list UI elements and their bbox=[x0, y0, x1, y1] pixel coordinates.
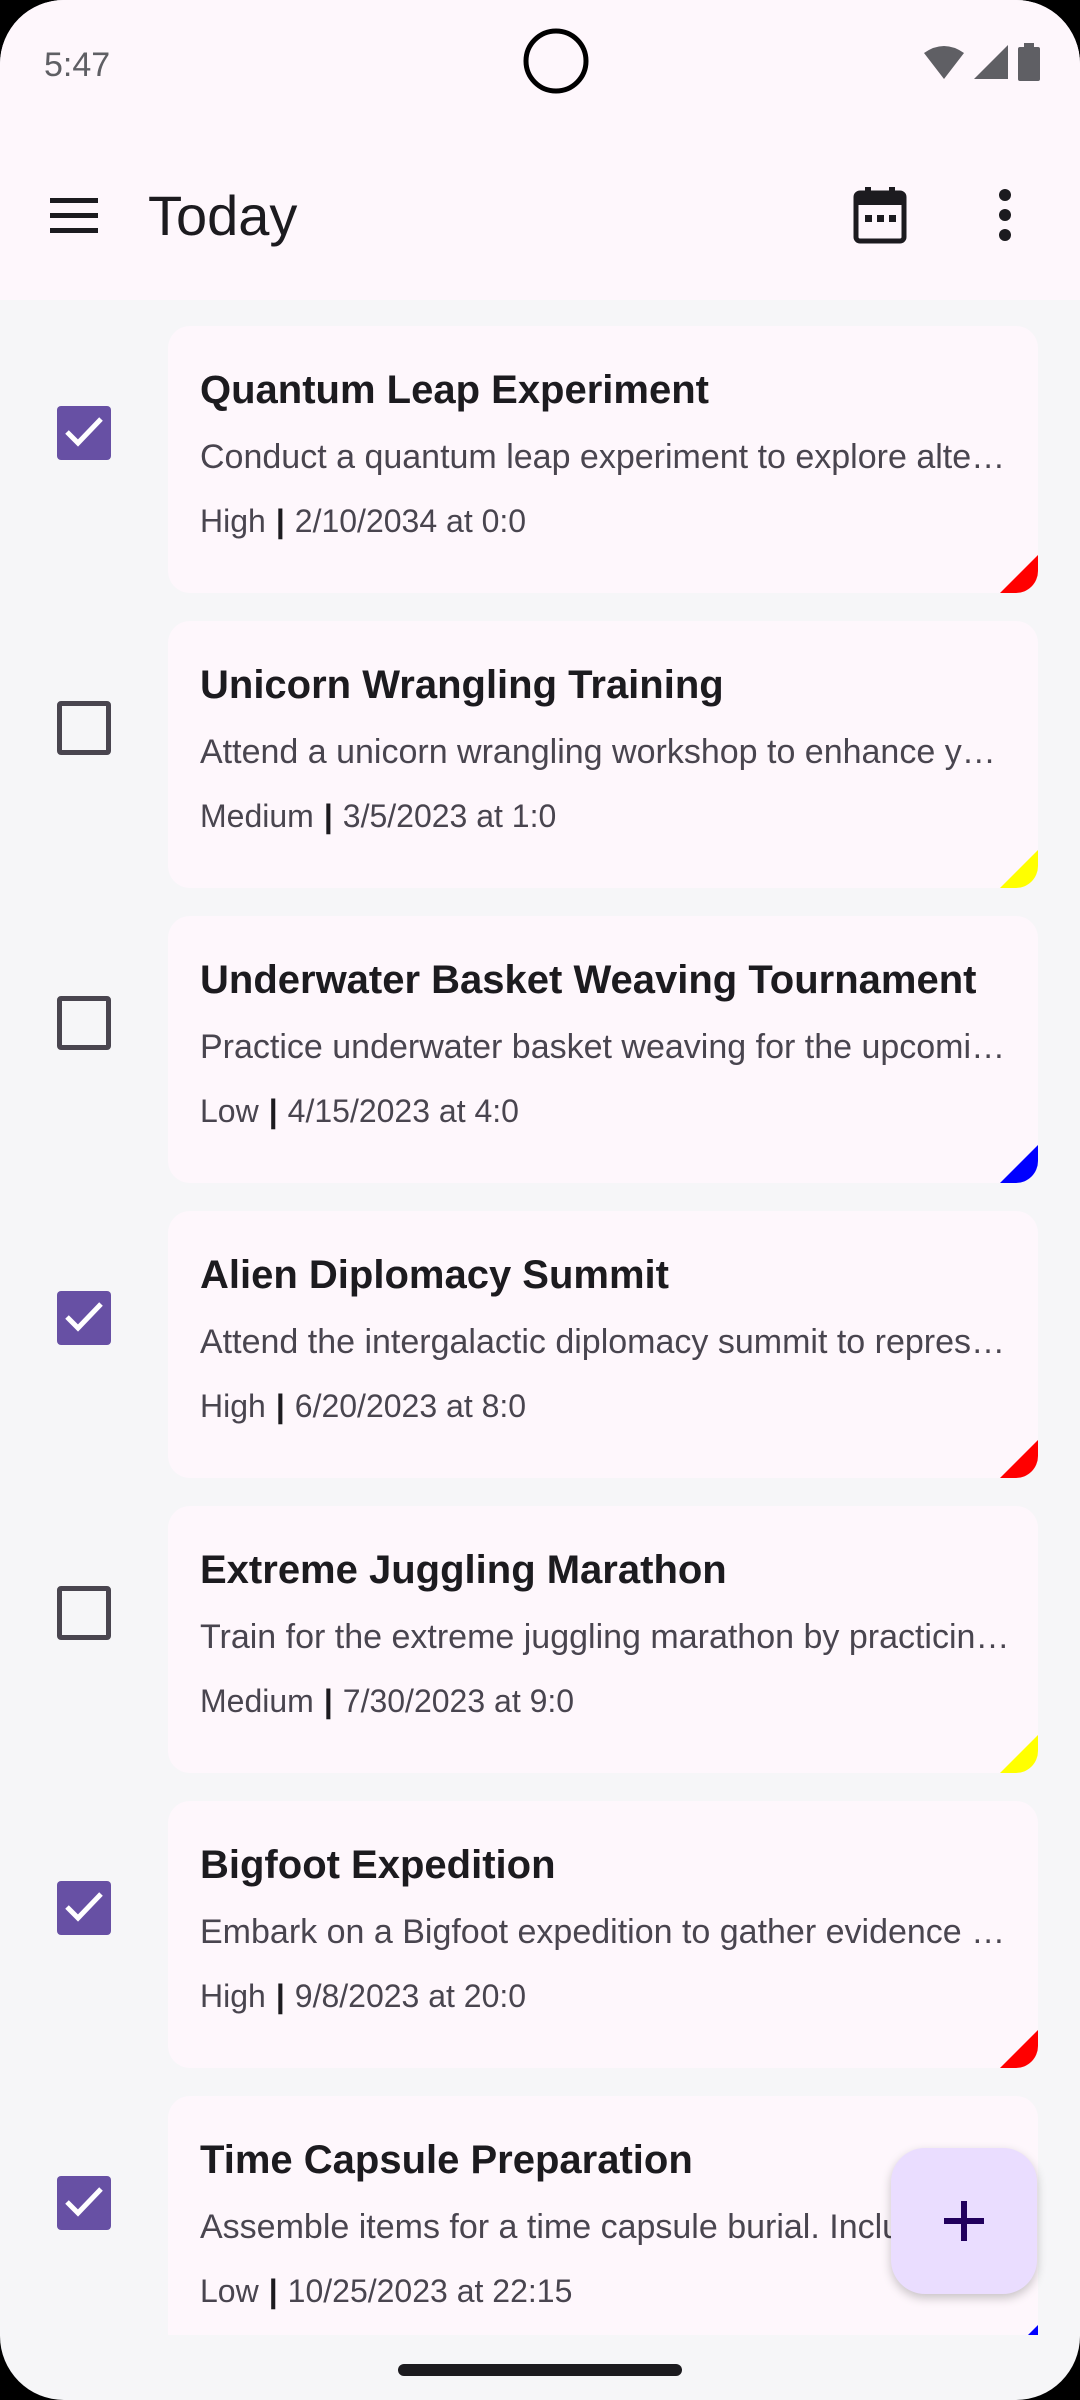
task-checkbox[interactable] bbox=[57, 406, 111, 460]
task-priority: High bbox=[200, 1978, 266, 2014]
task-title: Alien Diplomacy Summit bbox=[200, 1253, 669, 1297]
page-title: Today bbox=[148, 184, 298, 247]
meta-separator: | bbox=[275, 1978, 285, 2014]
check-icon bbox=[65, 1892, 103, 1922]
home-indicator[interactable] bbox=[398, 2364, 682, 2376]
task-priority: Medium bbox=[200, 1683, 314, 1719]
menu-icon[interactable] bbox=[44, 190, 104, 242]
task-card[interactable]: Underwater Basket Weaving Tournament Pra… bbox=[168, 916, 1038, 1183]
task-description: Attend the intergalactic diplomacy summi… bbox=[200, 1323, 1010, 1361]
task-row: Extreme Juggling Marathon Train for the … bbox=[0, 1480, 1080, 1773]
task-meta: High | 9/8/2023 at 20:0 bbox=[200, 1978, 526, 2015]
task-card[interactable]: Alien Diplomacy Summit Attend the interg… bbox=[168, 1211, 1038, 1478]
task-title: Extreme Juggling Marathon bbox=[200, 1548, 727, 1592]
task-card[interactable]: Extreme Juggling Marathon Train for the … bbox=[168, 1506, 1038, 1773]
task-description: Practice underwater basket weaving for t… bbox=[200, 1028, 1010, 1066]
task-title: Underwater Basket Weaving Tournament bbox=[200, 958, 977, 1002]
task-row: Unicorn Wrangling Training Attend a unic… bbox=[0, 595, 1080, 888]
task-card[interactable]: Unicorn Wrangling Training Attend a unic… bbox=[168, 621, 1038, 888]
task-card[interactable]: Bigfoot Expedition Embark on a Bigfoot e… bbox=[168, 1801, 1038, 2068]
task-card[interactable]: Quantum Leap Experiment Conduct a quantu… bbox=[168, 326, 1038, 593]
task-row: Bigfoot Expedition Embark on a Bigfoot e… bbox=[0, 1775, 1080, 2068]
signal-icon bbox=[974, 45, 1008, 79]
priority-indicator bbox=[1000, 1440, 1038, 1478]
task-description: Embark on a Bigfoot expedition to gather… bbox=[200, 1913, 1010, 1951]
camera-cutout-icon bbox=[523, 28, 589, 94]
task-title: Unicorn Wrangling Training bbox=[200, 663, 724, 707]
add-task-button[interactable] bbox=[891, 2148, 1037, 2294]
task-row: Alien Diplomacy Summit Attend the interg… bbox=[0, 1185, 1080, 1478]
task-checkbox[interactable] bbox=[57, 1881, 111, 1935]
task-title: Quantum Leap Experiment bbox=[200, 368, 709, 412]
task-datetime: 9/8/2023 at 20:0 bbox=[294, 1978, 527, 2014]
add-icon bbox=[944, 2201, 984, 2241]
check-icon bbox=[65, 2187, 103, 2217]
meta-separator: | bbox=[268, 1093, 278, 1129]
task-priority: High bbox=[200, 1388, 266, 1424]
task-description: Attend a unicorn wrangling workshop to e… bbox=[200, 733, 1010, 771]
wifi-icon bbox=[924, 46, 964, 79]
task-checkbox[interactable] bbox=[57, 1291, 111, 1345]
check-icon bbox=[65, 1302, 103, 1332]
task-meta: High | 6/20/2023 at 8:0 bbox=[200, 1388, 526, 1425]
check-icon bbox=[65, 417, 103, 447]
task-list: Quantum Leap Experiment Conduct a quantu… bbox=[0, 300, 1080, 2335]
task-checkbox[interactable] bbox=[57, 701, 111, 755]
status-time: 5:47 bbox=[44, 46, 111, 84]
priority-indicator bbox=[1028, 2325, 1038, 2335]
task-checkbox[interactable] bbox=[57, 996, 111, 1050]
task-meta: High | 2/10/2034 at 0:0 bbox=[200, 503, 526, 540]
task-row: Quantum Leap Experiment Conduct a quantu… bbox=[0, 300, 1080, 593]
task-title: Time Capsule Preparation bbox=[200, 2138, 693, 2182]
task-datetime: 2/10/2034 at 0:0 bbox=[294, 503, 527, 539]
task-description: Train for the extreme juggling marathon … bbox=[200, 1618, 1010, 1656]
task-meta: Low | 4/15/2023 at 4:0 bbox=[200, 1093, 519, 1130]
task-title: Bigfoot Expedition bbox=[200, 1843, 556, 1887]
task-description: Assemble items for a time capsule burial… bbox=[200, 2208, 1010, 2246]
meta-separator: | bbox=[275, 503, 285, 539]
battery-icon bbox=[1018, 43, 1040, 81]
priority-indicator bbox=[1000, 555, 1038, 593]
task-description: Conduct a quantum leap experiment to exp… bbox=[200, 438, 1010, 476]
meta-separator: | bbox=[268, 2273, 278, 2309]
priority-indicator bbox=[1000, 850, 1038, 888]
calendar-icon[interactable] bbox=[852, 185, 908, 245]
task-priority: High bbox=[200, 503, 266, 539]
meta-separator: | bbox=[323, 1683, 333, 1719]
more-vert-icon[interactable] bbox=[990, 187, 1020, 243]
top-app-bar: Today bbox=[0, 135, 1080, 300]
priority-indicator bbox=[1000, 2030, 1038, 2068]
meta-separator: | bbox=[275, 1388, 285, 1424]
task-checkbox[interactable] bbox=[57, 2176, 111, 2230]
priority-indicator bbox=[1000, 1145, 1038, 1183]
task-priority: Medium bbox=[200, 798, 314, 834]
task-datetime: 6/20/2023 at 8:0 bbox=[294, 1388, 527, 1424]
task-datetime: 7/30/2023 at 9:0 bbox=[342, 1683, 575, 1719]
task-priority: Low bbox=[200, 1093, 259, 1129]
task-checkbox[interactable] bbox=[57, 1586, 111, 1640]
status-icons bbox=[924, 42, 1040, 82]
screen: 5:47 Today Quantum Leap Experiment Condu… bbox=[0, 0, 1080, 2400]
meta-separator: | bbox=[323, 798, 333, 834]
task-row: Underwater Basket Weaving Tournament Pra… bbox=[0, 890, 1080, 1183]
task-priority: Low bbox=[200, 2273, 259, 2309]
task-meta: Medium | 7/30/2023 at 9:0 bbox=[200, 1683, 574, 1720]
task-meta: Low | 10/25/2023 at 22:15 bbox=[200, 2273, 572, 2310]
priority-indicator bbox=[1000, 1735, 1038, 1773]
task-datetime: 10/25/2023 at 22:15 bbox=[287, 2273, 573, 2309]
task-datetime: 3/5/2023 at 1:0 bbox=[342, 798, 557, 834]
task-meta: Medium | 3/5/2023 at 1:0 bbox=[200, 798, 556, 835]
task-datetime: 4/15/2023 at 4:0 bbox=[287, 1093, 519, 1129]
status-bar: 5:47 bbox=[0, 0, 1080, 135]
